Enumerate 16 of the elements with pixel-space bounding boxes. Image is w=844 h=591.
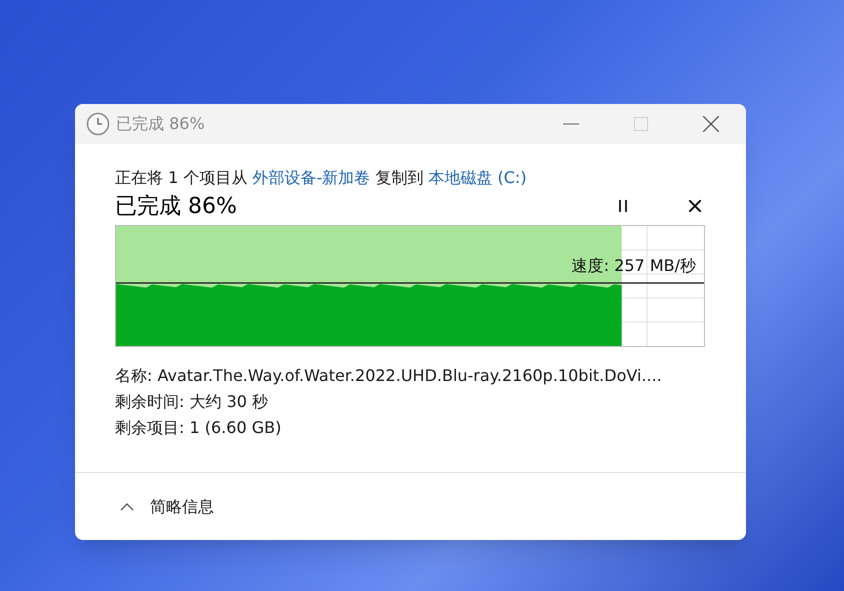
maximize-icon	[634, 117, 648, 131]
window-title: 已完成 86%	[116, 113, 205, 135]
minimize-icon	[563, 123, 579, 125]
close-icon	[703, 116, 719, 132]
detail-line: 名称: Avatar.The.Way.of.Water.2022.UHD.Blu-ray.2160p.10bit.DoVi....	[115, 365, 663, 387]
copy-description: 正在将 1 个项目从 外部设备-新加卷 复制到 本地磁盘 (C:)	[115, 167, 528, 189]
detail-line: 剩余项目: 1 (6.60 GB)	[115, 417, 282, 439]
clock-icon	[86, 112, 110, 136]
detail-line: 剩余时间: 大约 30 秒	[115, 391, 270, 413]
destination-link[interactable]: 本地磁盘 (C:)	[428, 168, 527, 187]
progress-heading: 已完成 86%	[115, 192, 237, 220]
source-link[interactable]: 外部设备-新加卷	[252, 168, 370, 187]
cancel-icon	[689, 200, 701, 212]
details-toggle[interactable]: 简略信息	[120, 494, 214, 518]
pause-icon	[618, 200, 628, 212]
speed-reading: 速度: 257 MB/秒	[572, 256, 696, 276]
